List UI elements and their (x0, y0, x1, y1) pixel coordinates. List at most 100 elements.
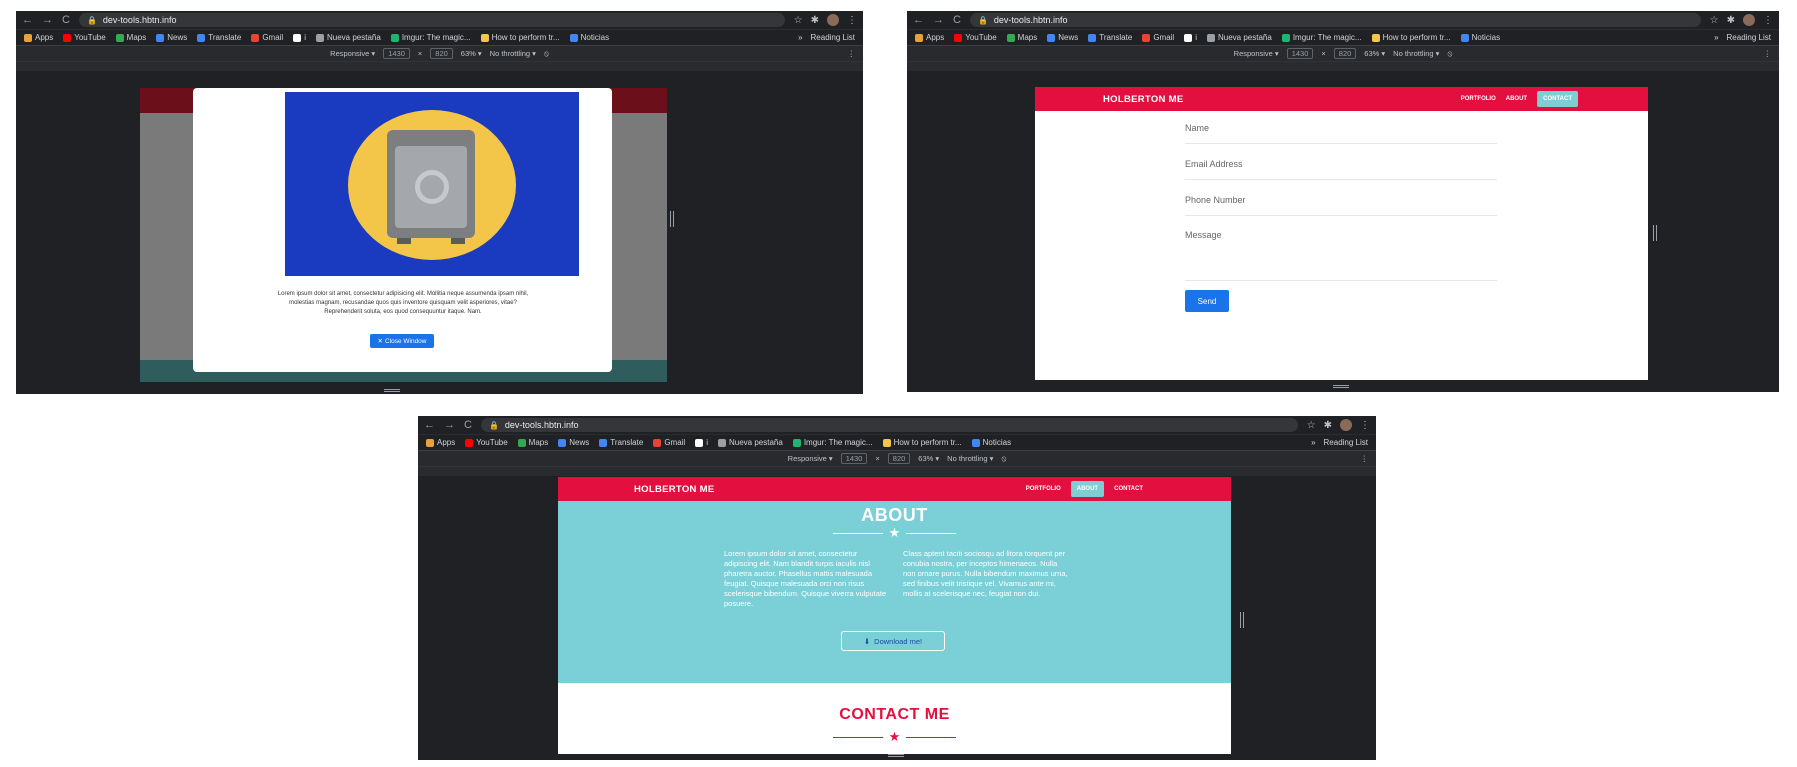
bookmark-item[interactable]: Translate (599, 438, 643, 447)
bookmark-item[interactable]: i (293, 33, 306, 42)
address-bar[interactable]: 🔒 dev-tools.hbtn.info (78, 13, 785, 27)
device-select[interactable]: Responsive ▾ (1234, 49, 1279, 58)
reading-list-button[interactable]: Reading List (1324, 438, 1368, 447)
address-bar[interactable]: 🔒 dev-tools.hbtn.info (969, 13, 1701, 27)
viewport-resize-handle-right[interactable] (670, 211, 674, 227)
width-input[interactable]: 1430 (1286, 48, 1314, 59)
bookmark-item[interactable]: Gmail (251, 33, 283, 42)
bookmark-item[interactable]: Translate (1088, 33, 1132, 42)
bookmarks-overflow-icon[interactable]: » (798, 33, 802, 42)
width-input[interactable]: 1430 (840, 453, 868, 464)
phone-field[interactable]: Phone Number (1185, 195, 1497, 216)
forward-icon[interactable]: → (42, 14, 53, 26)
forward-icon[interactable]: → (444, 419, 455, 431)
forward-icon[interactable]: → (933, 14, 944, 26)
bookmark-item[interactable]: How to perform tr... (882, 438, 962, 447)
bookmark-item[interactable]: News (1047, 33, 1078, 42)
nav-contact[interactable]: CONTACT (1537, 91, 1578, 107)
rotate-icon[interactable]: ⦸ (1447, 49, 1452, 59)
back-icon[interactable]: ← (22, 14, 33, 26)
menu-kebab-icon[interactable]: ⋮ (1763, 15, 1773, 26)
viewport-resize-handle-right[interactable] (1240, 612, 1244, 628)
bookmarks-overflow-icon[interactable]: » (1714, 33, 1718, 42)
bookmark-item[interactable]: Imgur: The magic... (792, 438, 873, 447)
bookmark-item[interactable]: Imgur: The magic... (1281, 33, 1362, 42)
bookmark-item[interactable]: Gmail (1142, 33, 1174, 42)
devtools-kebab-icon[interactable]: ⋮ (1361, 454, 1369, 463)
bookmark-item[interactable]: YouTube (63, 33, 106, 42)
nav-portfolio[interactable]: PORTFOLIO (1461, 96, 1496, 102)
bookmark-item[interactable]: Maps (1006, 33, 1037, 42)
nav-about[interactable]: ABOUT (1070, 481, 1105, 497)
bookmark-item[interactable]: How to perform tr... (480, 33, 560, 42)
zoom-select[interactable]: 63% ▾ (1364, 49, 1385, 58)
height-input[interactable]: 820 (887, 453, 911, 464)
bookmark-item[interactable]: Nueva pestaña (1206, 33, 1272, 42)
menu-kebab-icon[interactable]: ⋮ (847, 15, 857, 26)
viewport-resize-handle-right[interactable] (1653, 225, 1657, 241)
close-window-button[interactable]: ✕ Close Window (370, 334, 434, 348)
throttle-select[interactable]: No throttling ▾ (490, 49, 536, 58)
reading-list-button[interactable]: Reading List (1727, 33, 1771, 42)
bookmark-item[interactable]: i (695, 438, 708, 447)
profile-avatar[interactable] (1340, 419, 1352, 431)
throttle-select[interactable]: No throttling ▾ (947, 454, 993, 463)
message-field[interactable]: Message (1185, 230, 1497, 281)
bookmark-item[interactable]: YouTube (465, 438, 508, 447)
bookmark-item[interactable]: Gmail (653, 438, 685, 447)
devtools-kebab-icon[interactable]: ⋮ (848, 49, 856, 58)
bookmark-star-icon[interactable]: ☆ (1710, 15, 1719, 26)
email-field[interactable]: Email Address (1185, 159, 1497, 180)
reload-icon[interactable]: C (953, 14, 961, 26)
bookmark-item[interactable]: Apps (24, 33, 53, 42)
reload-icon[interactable]: C (62, 14, 70, 26)
bookmark-item[interactable]: Noticias (569, 33, 609, 42)
devtools-kebab-icon[interactable]: ⋮ (1764, 49, 1772, 58)
zoom-select[interactable]: 63% ▾ (918, 454, 939, 463)
send-button[interactable]: Send (1185, 290, 1229, 312)
height-input[interactable]: 820 (1333, 48, 1357, 59)
device-select[interactable]: Responsive ▾ (330, 49, 375, 58)
nav-portfolio[interactable]: PORTFOLIO (1026, 486, 1061, 492)
bookmark-item[interactable]: How to perform tr... (1371, 33, 1451, 42)
bookmark-item[interactable]: Maps (517, 438, 548, 447)
bookmarks-overflow-icon[interactable]: » (1311, 438, 1315, 447)
menu-kebab-icon[interactable]: ⋮ (1360, 420, 1370, 431)
extension-icon[interactable]: ✱ (1727, 15, 1735, 26)
extension-icon[interactable]: ✱ (811, 15, 819, 26)
width-input[interactable]: 1430 (383, 48, 410, 59)
bookmark-item[interactable]: Noticias (971, 438, 1011, 447)
bookmark-item[interactable]: YouTube (954, 33, 997, 42)
viewport-resize-handle-bottom[interactable] (384, 389, 400, 392)
reading-list-button[interactable]: Reading List (811, 33, 855, 42)
viewport-resize-handle-bottom[interactable] (1333, 385, 1349, 388)
address-bar[interactable]: 🔒 dev-tools.hbtn.info (480, 418, 1298, 432)
zoom-select[interactable]: 63% ▾ (461, 49, 482, 58)
bookmark-item[interactable]: Imgur: The magic... (390, 33, 471, 42)
download-button[interactable]: ⬇ Download me! (841, 631, 945, 651)
bookmark-item[interactable]: News (156, 33, 187, 42)
site-brand[interactable]: HOLBERTON ME (1103, 94, 1183, 105)
site-brand[interactable]: HOLBERTON ME (634, 484, 714, 495)
bookmark-item[interactable]: Nueva pestaña (315, 33, 381, 42)
bookmark-item[interactable]: News (558, 438, 589, 447)
bookmark-item[interactable]: Nueva pestaña (717, 438, 783, 447)
bookmark-item[interactable]: Maps (115, 33, 146, 42)
bookmark-star-icon[interactable]: ☆ (794, 15, 803, 26)
rotate-icon[interactable]: ⦸ (544, 49, 549, 59)
bookmark-star-icon[interactable]: ☆ (1307, 420, 1316, 431)
profile-avatar[interactable] (827, 14, 839, 26)
device-select[interactable]: Responsive ▾ (788, 454, 833, 463)
throttle-select[interactable]: No throttling ▾ (1393, 49, 1439, 58)
bookmark-item[interactable]: i (1184, 33, 1197, 42)
height-input[interactable]: 820 (430, 48, 453, 59)
bookmark-item[interactable]: Translate (197, 33, 241, 42)
nav-about[interactable]: ABOUT (1506, 96, 1527, 102)
profile-avatar[interactable] (1743, 14, 1755, 26)
bookmark-item[interactable]: Noticias (1460, 33, 1500, 42)
back-icon[interactable]: ← (424, 419, 435, 431)
bookmark-item[interactable]: Apps (426, 438, 455, 447)
extension-icon[interactable]: ✱ (1324, 420, 1332, 431)
name-field[interactable]: Name (1185, 123, 1497, 144)
rotate-icon[interactable]: ⦸ (1001, 454, 1006, 464)
